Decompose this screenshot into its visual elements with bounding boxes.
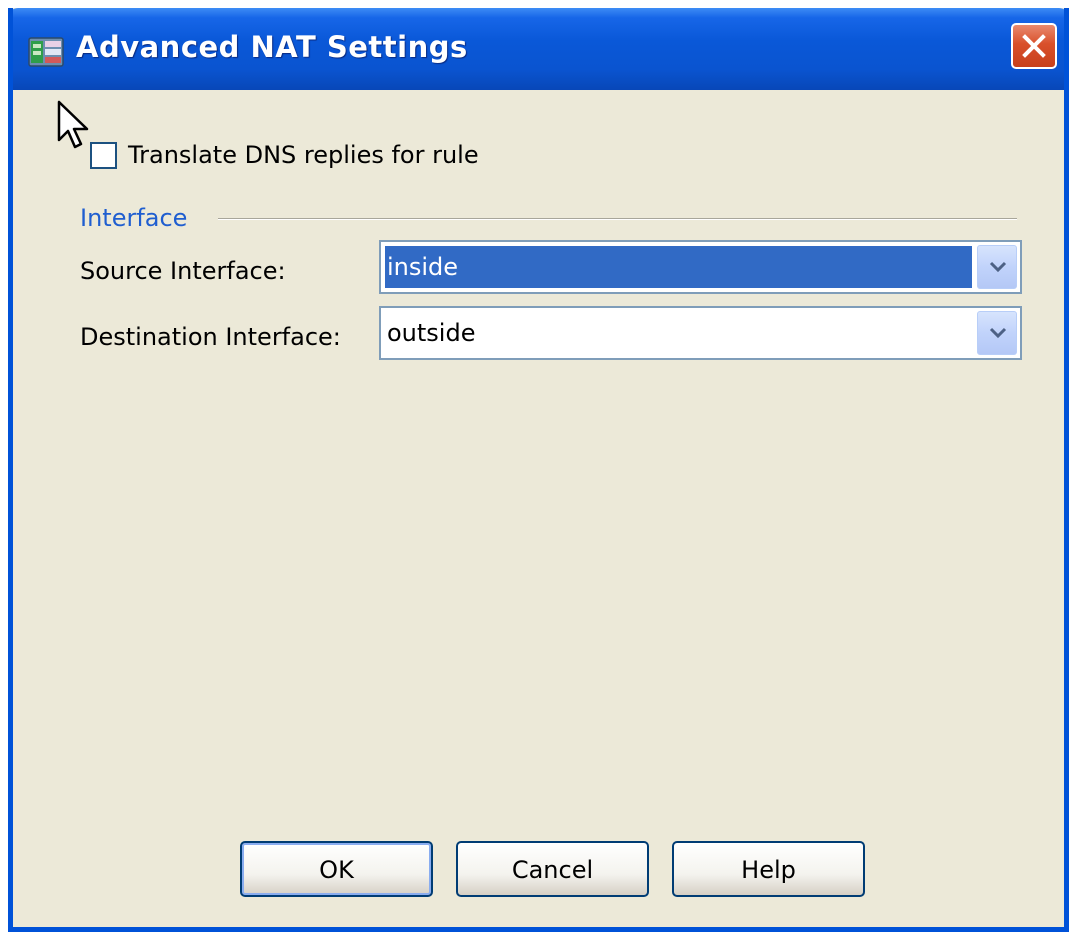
close-icon [1022, 34, 1046, 58]
advanced-nat-settings-dialog: Advanced NAT Settings Translate DNS repl… [8, 8, 1069, 932]
destination-interface-label: Destination Interface: [80, 323, 341, 351]
ok-button[interactable]: OK [240, 841, 433, 897]
destination-interface-select[interactable]: outside [379, 306, 1022, 360]
chevron-down-icon [989, 261, 1007, 273]
translate-dns-checkbox[interactable] [90, 142, 117, 169]
app-window-icon [28, 36, 64, 68]
source-interface-label: Source Interface: [80, 257, 286, 285]
source-interface-select[interactable]: inside [379, 240, 1022, 294]
interface-group-title: Interface [80, 204, 188, 232]
source-interface-value: inside [385, 246, 972, 288]
title-bar[interactable]: Advanced NAT Settings [13, 8, 1064, 90]
group-divider [218, 218, 1017, 220]
chevron-down-icon [989, 327, 1007, 339]
help-button[interactable]: Help [672, 841, 865, 897]
destination-interface-dropdown-button[interactable] [977, 311, 1017, 355]
mouse-pointer-icon [57, 100, 89, 149]
cancel-button[interactable]: Cancel [456, 841, 649, 897]
source-interface-dropdown-button[interactable] [977, 245, 1017, 289]
close-button[interactable] [1011, 23, 1057, 69]
destination-interface-value: outside [387, 319, 476, 347]
translate-dns-label[interactable]: Translate DNS replies for rule [128, 138, 479, 172]
window-title: Advanced NAT Settings [76, 30, 468, 64]
